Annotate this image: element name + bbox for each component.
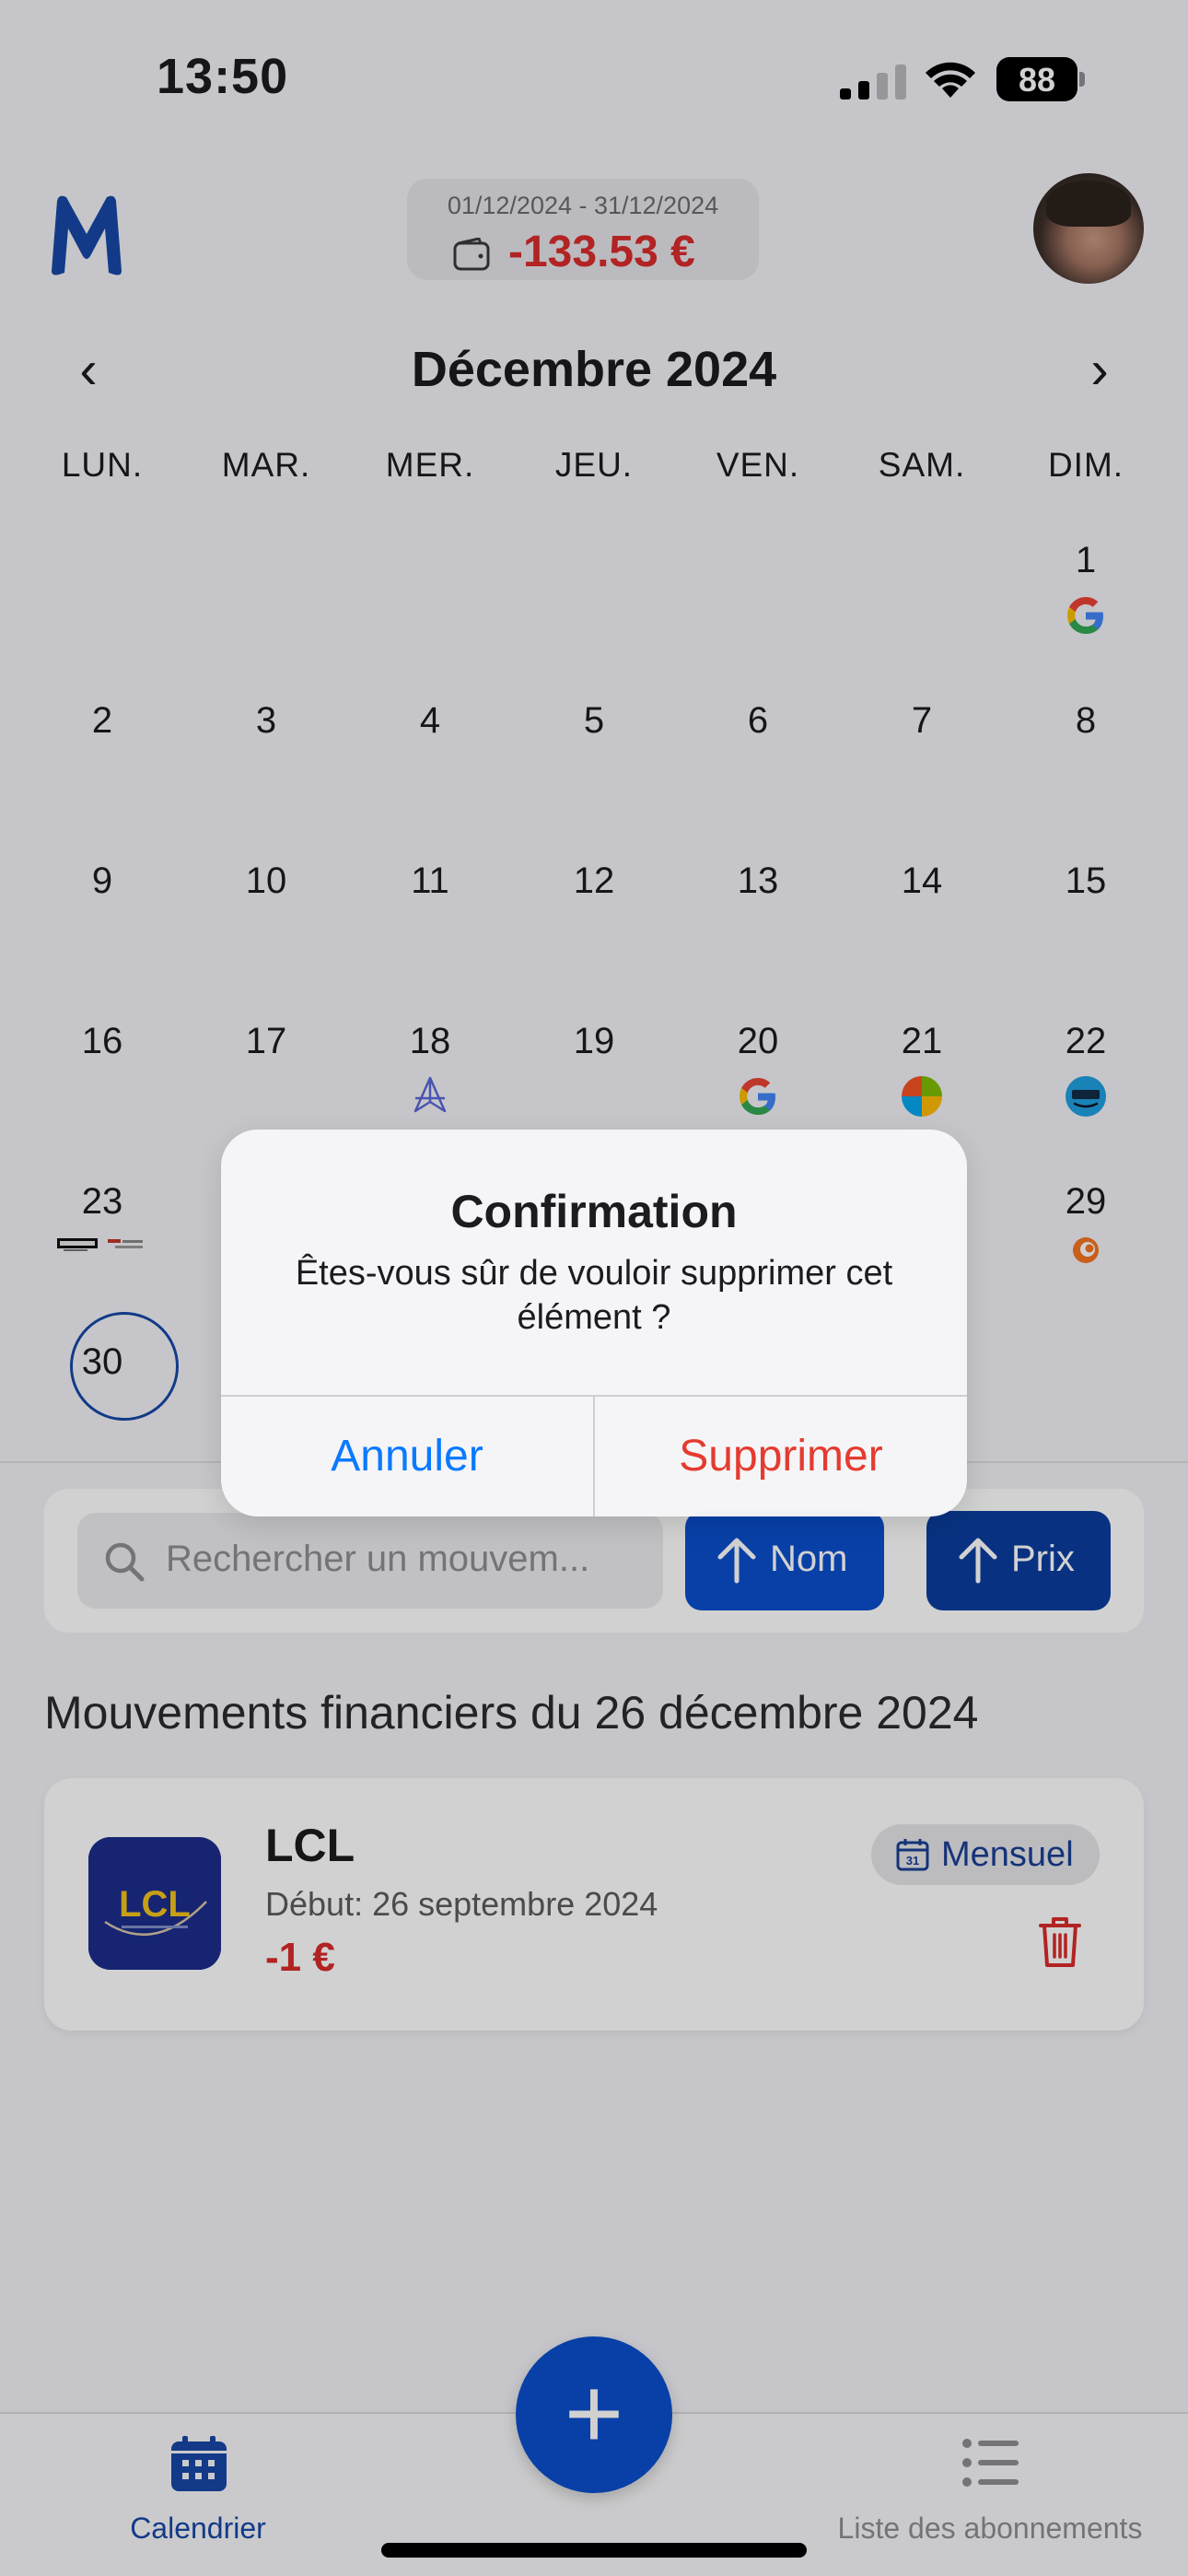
dialog-title: Confirmation <box>450 1186 738 1237</box>
cancel-button[interactable]: Annuler <box>221 1397 593 1516</box>
delete-confirm-button[interactable]: Supprimer <box>595 1397 967 1516</box>
confirmation-dialog: Confirmation Êtes-vous sûr de vouloir su… <box>221 1130 967 1516</box>
dialog-message: Êtes-vous sûr de vouloir supprimer cet é… <box>295 1254 893 1337</box>
home-indicator <box>381 2543 807 2558</box>
